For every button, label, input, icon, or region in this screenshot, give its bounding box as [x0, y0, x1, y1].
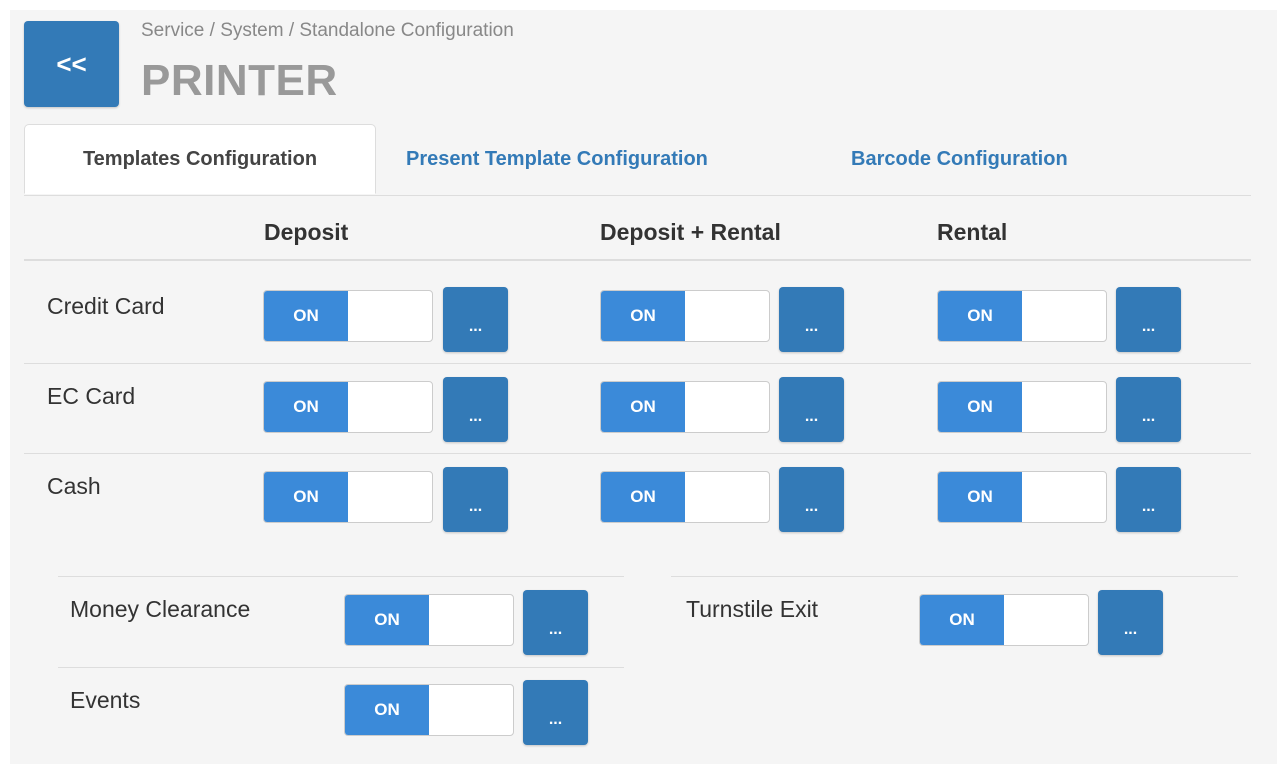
more-button-cash-rental[interactable]: ...	[1116, 467, 1181, 532]
more-button-cash-deposit[interactable]: ...	[443, 467, 508, 532]
toggle-money-clearance[interactable]: ON	[344, 594, 514, 646]
breadcrumb: Service / System / Standalone Configurat…	[141, 20, 514, 41]
more-button-money-clearance[interactable]: ...	[523, 590, 588, 655]
column-header-deposit: Deposit	[264, 219, 349, 245]
tab-present-template-configuration[interactable]: Present Template Configuration	[406, 124, 708, 194]
column-header-rental: Rental	[937, 219, 1008, 245]
more-button-cash-deposit-rental[interactable]: ...	[779, 467, 844, 532]
tab-barcode-configuration[interactable]: Barcode Configuration	[851, 124, 1068, 194]
toggle-ec-card-deposit-rental[interactable]: ON	[600, 381, 770, 433]
tab-bar: Templates Configuration Present Template…	[24, 124, 1251, 196]
row-label-credit-card: Credit Card	[47, 293, 165, 319]
toggle-cash-rental[interactable]: ON	[937, 471, 1107, 523]
row-label-turnstile-exit: Turnstile Exit	[686, 596, 819, 622]
row-divider	[24, 453, 1251, 454]
more-button-credit-card-deposit-rental[interactable]: ...	[779, 287, 844, 352]
toggle-ec-card-deposit[interactable]: ON	[263, 381, 433, 433]
toggle-credit-card-deposit-rental[interactable]: ON	[600, 290, 770, 342]
row-divider	[58, 667, 624, 668]
toggle-on-label: ON	[920, 595, 1004, 645]
tab-templates-configuration[interactable]: Templates Configuration	[24, 124, 376, 194]
toggle-on-label: ON	[938, 382, 1022, 432]
toggle-on-label: ON	[264, 382, 348, 432]
column-header-deposit-rental: Deposit + Rental	[600, 219, 781, 245]
toggle-on-label: ON	[601, 382, 685, 432]
section-divider	[58, 576, 624, 577]
toggle-turnstile-exit[interactable]: ON	[919, 594, 1089, 646]
toggle-on-label: ON	[264, 472, 348, 522]
toggle-on-label: ON	[938, 291, 1022, 341]
toggle-on-label: ON	[601, 472, 685, 522]
more-button-credit-card-deposit[interactable]: ...	[443, 287, 508, 352]
toggle-credit-card-deposit[interactable]: ON	[263, 290, 433, 342]
header-divider	[24, 259, 1251, 261]
row-label-cash: Cash	[47, 473, 101, 499]
back-button[interactable]: <<	[24, 21, 119, 107]
row-label-ec-card: EC Card	[47, 383, 136, 409]
toggle-on-label: ON	[345, 595, 429, 645]
more-button-ec-card-rental[interactable]: ...	[1116, 377, 1181, 442]
toggle-credit-card-rental[interactable]: ON	[937, 290, 1107, 342]
more-button-turnstile-exit[interactable]: ...	[1098, 590, 1163, 655]
more-button-ec-card-deposit-rental[interactable]: ...	[779, 377, 844, 442]
row-label-events: Events	[70, 687, 141, 713]
page-title: PRINTER	[141, 56, 338, 105]
toggle-on-label: ON	[264, 291, 348, 341]
toggle-cash-deposit[interactable]: ON	[263, 471, 433, 523]
row-divider	[24, 363, 1251, 364]
toggle-cash-deposit-rental[interactable]: ON	[600, 471, 770, 523]
more-button-ec-card-deposit[interactable]: ...	[443, 377, 508, 442]
toggle-on-label: ON	[345, 685, 429, 735]
more-button-events[interactable]: ...	[523, 680, 588, 745]
section-divider	[671, 576, 1238, 577]
toggle-on-label: ON	[601, 291, 685, 341]
toggle-ec-card-rental[interactable]: ON	[937, 381, 1107, 433]
more-button-credit-card-rental[interactable]: ...	[1116, 287, 1181, 352]
toggle-events[interactable]: ON	[344, 684, 514, 736]
row-label-money-clearance: Money Clearance	[70, 596, 251, 622]
toggle-on-label: ON	[938, 472, 1022, 522]
